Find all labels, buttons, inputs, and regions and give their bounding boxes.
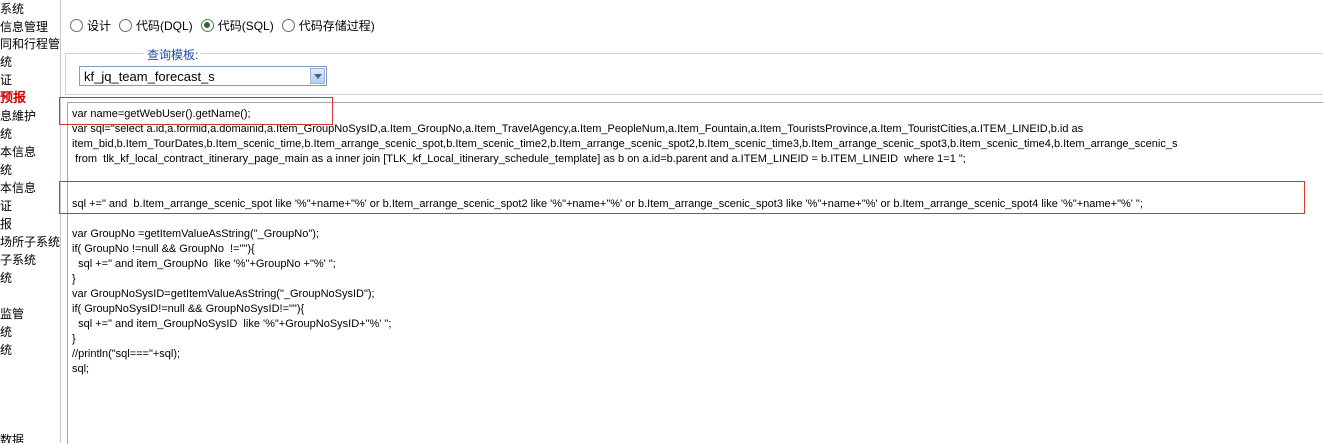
code-line: from tlk_kf_local_contract_itinerary_pag… xyxy=(72,153,966,165)
mode-option[interactable]: 代码存储过程) xyxy=(281,17,375,34)
sidebar-item[interactable]: 报 xyxy=(0,217,12,231)
mode-option-label: 代码(DQL) xyxy=(136,18,193,33)
highlight-box-sql-line xyxy=(59,181,1305,214)
sidebar-item[interactable]: 证 xyxy=(0,199,12,213)
chevron-down-icon xyxy=(313,73,322,79)
sidebar-item[interactable]: 统 xyxy=(0,325,12,339)
query-template-value: kf_jq_team_forecast_s xyxy=(84,69,215,84)
radio-button[interactable] xyxy=(281,18,295,32)
dropdown-button[interactable] xyxy=(310,68,325,84)
main-panel: 设计 代码(DQL) 代码(SQL) 代码存储过程) 查询模板: kf_jq_team… xyxy=(59,0,1323,444)
sidebar-item[interactable]: 本信息 xyxy=(0,145,36,159)
sidebar-item[interactable]: 同和行程管 xyxy=(0,37,60,51)
sidebar: 系统 信息管理 同和行程管统证预报 息維护统本信息统本信息证报场所子系统 子系统统监管统… xyxy=(0,0,61,443)
mode-option-label: 设计 xyxy=(87,18,112,33)
radio-button[interactable] xyxy=(119,18,133,32)
mode-radio-group: 设计 代码(DQL) 代码(SQL) 代码存储过程) xyxy=(70,16,383,34)
mode-option[interactable]: 设计 xyxy=(70,17,111,34)
sidebar-item[interactable]: 系统 xyxy=(0,2,24,16)
sidebar-item[interactable]: 子系统 xyxy=(0,253,36,267)
sidebar-item[interactable]: 统 xyxy=(0,55,12,69)
sidebar-item[interactable]: 统 xyxy=(0,343,12,357)
sidebar-item[interactable]: 信息管理 xyxy=(0,20,48,34)
sidebar-item[interactable]: 统 xyxy=(0,271,12,285)
code-line: //println("sql==="+sql); xyxy=(72,348,181,360)
code-line: } xyxy=(72,333,76,345)
mode-option[interactable]: 代码(DQL) xyxy=(119,17,193,34)
code-line: } xyxy=(72,273,76,285)
sidebar-item[interactable]: 统 xyxy=(0,163,12,177)
highlight-box-name-line xyxy=(59,97,333,125)
mode-option-label: 代码(SQL) xyxy=(217,18,274,33)
code-line: item_bid,b.Item_TourDates,b.Item_scenic_… xyxy=(72,138,1178,150)
sidebar-item[interactable]: 证 xyxy=(0,73,12,87)
code-line: var GroupNo =getItemValueAsString("_Grou… xyxy=(72,228,319,240)
radio-button[interactable] xyxy=(200,18,214,32)
radio-button[interactable] xyxy=(70,18,83,32)
code-editor[interactable]: var name=getWebUser().getName(); var sql=… xyxy=(67,102,1323,444)
code-line: sql +=" and item_GroupNo like '%"+GroupN… xyxy=(72,258,336,270)
query-template-legend: 查询模板: xyxy=(144,46,202,63)
mode-option[interactable]: 代码(SQL) xyxy=(200,17,274,34)
sidebar-item[interactable]: 场所子系统 xyxy=(0,235,60,249)
sidebar-item[interactable]: 本信息 xyxy=(0,181,36,195)
query-template-select[interactable]: kf_jq_team_forecast_s xyxy=(79,66,327,86)
code-line: if( GroupNo !=null && GroupNo !=""){ xyxy=(72,243,255,255)
code-text[interactable]: var name=getWebUser().getName(); var sql=… xyxy=(72,107,1177,377)
sidebar-item[interactable]: 统 xyxy=(0,127,12,141)
sidebar-item[interactable]: 监管 xyxy=(0,307,24,321)
mode-option-label: 代码存储过程) xyxy=(298,18,375,33)
sidebar-item[interactable]: 息維护 xyxy=(0,109,36,123)
code-line: var GroupNoSysID=getItemValueAsString("_… xyxy=(72,288,375,300)
sidebar-item[interactable]: 预报 xyxy=(0,91,26,105)
sidebar-item[interactable]: 数据 xyxy=(0,433,24,443)
code-line: sql; xyxy=(72,363,90,375)
code-line: if( GroupNoSysID!=null && GroupNoSysID!=… xyxy=(72,303,305,315)
code-line: sql +=" and item_GroupNoSysID like '%"+G… xyxy=(72,318,392,330)
